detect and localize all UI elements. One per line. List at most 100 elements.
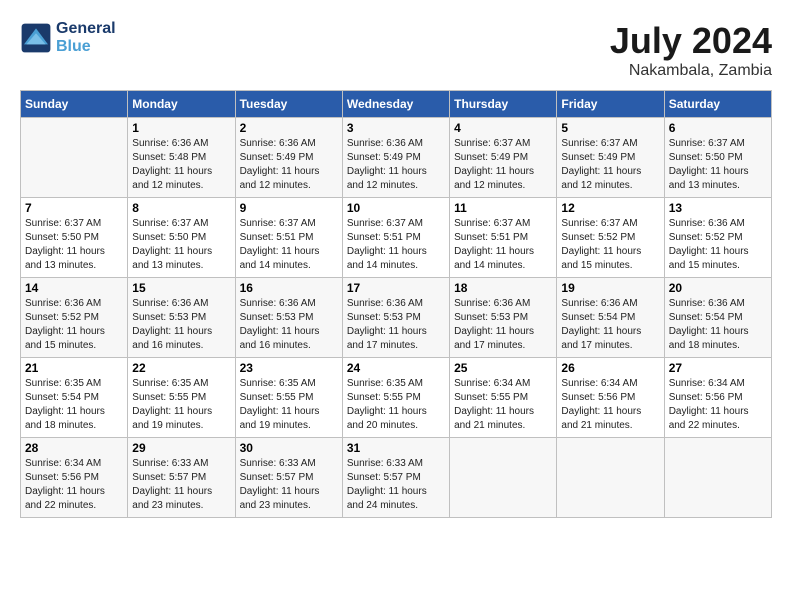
day-number: 25 xyxy=(454,361,552,375)
calendar-day-cell: 27 Sunrise: 6:34 AM Sunset: 5:56 PM Dayli… xyxy=(664,358,771,438)
logo-text: General Blue xyxy=(56,20,116,55)
location: Nakambala, Zambia xyxy=(610,62,772,80)
calendar-day-cell: 6 Sunrise: 6:37 AM Sunset: 5:50 PM Daylig… xyxy=(664,118,771,198)
day-info: Sunrise: 6:37 AM Sunset: 5:51 PM Dayligh… xyxy=(240,217,338,273)
calendar-day-cell: 23 Sunrise: 6:35 AM Sunset: 5:55 PM Dayli… xyxy=(235,358,342,438)
day-info: Sunrise: 6:35 AM Sunset: 5:55 PM Dayligh… xyxy=(132,377,230,433)
day-number: 29 xyxy=(132,441,230,455)
day-info: Sunrise: 6:34 AM Sunset: 5:56 PM Dayligh… xyxy=(669,377,767,433)
day-number: 13 xyxy=(669,201,767,215)
month-year: July 2024 xyxy=(610,20,772,62)
day-number: 17 xyxy=(347,281,445,295)
day-number: 7 xyxy=(25,201,123,215)
calendar-week-row: 14Sunrise: 6:36 AM Sunset: 5:52 PM Dayli… xyxy=(21,278,772,358)
day-number: 9 xyxy=(240,201,338,215)
calendar-week-row: 1Sunrise: 6:36 AM Sunset: 5:48 PM Daylig… xyxy=(21,118,772,198)
calendar-day-cell: 1Sunrise: 6:36 AM Sunset: 5:48 PM Daylig… xyxy=(128,118,235,198)
day-info: Sunrise: 6:33 AM Sunset: 5:57 PM Dayligh… xyxy=(347,457,445,513)
day-number: 20 xyxy=(669,281,767,295)
calendar-day-cell: 11Sunrise: 6:37 AM Sunset: 5:51 PM Dayli… xyxy=(450,198,557,278)
calendar-day-cell xyxy=(450,438,557,518)
day-number: 10 xyxy=(347,201,445,215)
calendar-day-cell: 5 Sunrise: 6:37 AM Sunset: 5:49 PM Daylig… xyxy=(557,118,664,198)
calendar-header-cell: Tuesday xyxy=(235,91,342,118)
day-info: Sunrise: 6:37 AM Sunset: 5:50 PM Dayligh… xyxy=(669,137,767,193)
day-number: 5 xyxy=(561,121,659,135)
day-number: 15 xyxy=(132,281,230,295)
calendar-day-cell: 24 Sunrise: 6:35 AM Sunset: 5:55 PM Dayli… xyxy=(342,358,449,438)
day-info: Sunrise: 6:36 AM Sunset: 5:53 PM Dayligh… xyxy=(240,297,338,353)
day-number: 1 xyxy=(132,121,230,135)
day-info: Sunrise: 6:37 AM Sunset: 5:50 PM Dayligh… xyxy=(132,217,230,273)
calendar-day-cell: 7Sunrise: 6:37 AM Sunset: 5:50 PM Daylig… xyxy=(21,198,128,278)
day-number: 18 xyxy=(454,281,552,295)
day-info: Sunrise: 6:34 AM Sunset: 5:56 PM Dayligh… xyxy=(25,457,123,513)
calendar-day-cell xyxy=(664,438,771,518)
calendar-day-cell: 31 Sunrise: 6:33 AM Sunset: 5:57 PM Dayli… xyxy=(342,438,449,518)
calendar-header-cell: Friday xyxy=(557,91,664,118)
day-info: Sunrise: 6:33 AM Sunset: 5:57 PM Dayligh… xyxy=(240,457,338,513)
day-info: Sunrise: 6:36 AM Sunset: 5:54 PM Dayligh… xyxy=(561,297,659,353)
calendar-day-cell: 15 Sunrise: 6:36 AM Sunset: 5:53 PM Dayli… xyxy=(128,278,235,358)
calendar-day-cell: 8 Sunrise: 6:37 AM Sunset: 5:50 PM Daylig… xyxy=(128,198,235,278)
calendar-day-cell: 14Sunrise: 6:36 AM Sunset: 5:52 PM Dayli… xyxy=(21,278,128,358)
day-number: 31 xyxy=(347,441,445,455)
day-number: 14 xyxy=(25,281,123,295)
day-number: 3 xyxy=(347,121,445,135)
calendar-day-cell: 12 Sunrise: 6:37 AM Sunset: 5:52 PM Dayli… xyxy=(557,198,664,278)
calendar-day-cell: 2 Sunrise: 6:36 AM Sunset: 5:49 PM Daylig… xyxy=(235,118,342,198)
day-number: 2 xyxy=(240,121,338,135)
day-info: Sunrise: 6:36 AM Sunset: 5:53 PM Dayligh… xyxy=(347,297,445,353)
calendar-day-cell xyxy=(21,118,128,198)
day-info: Sunrise: 6:34 AM Sunset: 5:56 PM Dayligh… xyxy=(561,377,659,433)
calendar-day-cell: 20Sunrise: 6:36 AM Sunset: 5:54 PM Dayli… xyxy=(664,278,771,358)
page-header: General Blue July 2024 Nakambala, Zambia xyxy=(20,20,772,80)
day-number: 30 xyxy=(240,441,338,455)
day-info: Sunrise: 6:37 AM Sunset: 5:49 PM Dayligh… xyxy=(561,137,659,193)
calendar-body: 1Sunrise: 6:36 AM Sunset: 5:48 PM Daylig… xyxy=(21,118,772,518)
calendar-header-cell: Thursday xyxy=(450,91,557,118)
calendar-header-cell: Sunday xyxy=(21,91,128,118)
day-info: Sunrise: 6:36 AM Sunset: 5:53 PM Dayligh… xyxy=(454,297,552,353)
calendar-week-row: 28 Sunrise: 6:34 AM Sunset: 5:56 PM Dayli… xyxy=(21,438,772,518)
day-number: 8 xyxy=(132,201,230,215)
day-number: 16 xyxy=(240,281,338,295)
day-number: 23 xyxy=(240,361,338,375)
logo-icon xyxy=(20,22,52,54)
calendar-day-cell: 21 Sunrise: 6:35 AM Sunset: 5:54 PM Dayli… xyxy=(21,358,128,438)
title-block: July 2024 Nakambala, Zambia xyxy=(610,20,772,80)
day-number: 6 xyxy=(669,121,767,135)
day-number: 21 xyxy=(25,361,123,375)
day-number: 28 xyxy=(25,441,123,455)
day-info: Sunrise: 6:35 AM Sunset: 5:55 PM Dayligh… xyxy=(240,377,338,433)
calendar-day-cell: 17 Sunrise: 6:36 AM Sunset: 5:53 PM Dayli… xyxy=(342,278,449,358)
calendar-day-cell: 9 Sunrise: 6:37 AM Sunset: 5:51 PM Daylig… xyxy=(235,198,342,278)
day-info: Sunrise: 6:36 AM Sunset: 5:49 PM Dayligh… xyxy=(240,137,338,193)
calendar-day-cell: 28 Sunrise: 6:34 AM Sunset: 5:56 PM Dayli… xyxy=(21,438,128,518)
day-info: Sunrise: 6:35 AM Sunset: 5:54 PM Dayligh… xyxy=(25,377,123,433)
day-info: Sunrise: 6:33 AM Sunset: 5:57 PM Dayligh… xyxy=(132,457,230,513)
calendar-day-cell xyxy=(557,438,664,518)
day-number: 27 xyxy=(669,361,767,375)
calendar-day-cell: 16 Sunrise: 6:36 AM Sunset: 5:53 PM Dayli… xyxy=(235,278,342,358)
day-info: Sunrise: 6:37 AM Sunset: 5:51 PM Dayligh… xyxy=(454,217,552,273)
day-info: Sunrise: 6:35 AM Sunset: 5:55 PM Dayligh… xyxy=(347,377,445,433)
calendar-day-cell: 4Sunrise: 6:37 AM Sunset: 5:49 PM Daylig… xyxy=(450,118,557,198)
day-info: Sunrise: 6:36 AM Sunset: 5:49 PM Dayligh… xyxy=(347,137,445,193)
calendar-table: SundayMondayTuesdayWednesdayThursdayFrid… xyxy=(20,90,772,518)
calendar-day-cell: 18 Sunrise: 6:36 AM Sunset: 5:53 PM Dayli… xyxy=(450,278,557,358)
day-number: 24 xyxy=(347,361,445,375)
day-number: 12 xyxy=(561,201,659,215)
calendar-header-cell: Wednesday xyxy=(342,91,449,118)
day-info: Sunrise: 6:36 AM Sunset: 5:53 PM Dayligh… xyxy=(132,297,230,353)
calendar-week-row: 21 Sunrise: 6:35 AM Sunset: 5:54 PM Dayli… xyxy=(21,358,772,438)
logo: General Blue xyxy=(20,20,116,55)
calendar-header-cell: Monday xyxy=(128,91,235,118)
day-number: 22 xyxy=(132,361,230,375)
calendar-header-row: SundayMondayTuesdayWednesdayThursdayFrid… xyxy=(21,91,772,118)
day-info: Sunrise: 6:37 AM Sunset: 5:52 PM Dayligh… xyxy=(561,217,659,273)
calendar-day-cell: 22 Sunrise: 6:35 AM Sunset: 5:55 PM Dayli… xyxy=(128,358,235,438)
day-number: 19 xyxy=(561,281,659,295)
calendar-day-cell: 29 Sunrise: 6:33 AM Sunset: 5:57 PM Dayli… xyxy=(128,438,235,518)
calendar-day-cell: 10Sunrise: 6:37 AM Sunset: 5:51 PM Dayli… xyxy=(342,198,449,278)
